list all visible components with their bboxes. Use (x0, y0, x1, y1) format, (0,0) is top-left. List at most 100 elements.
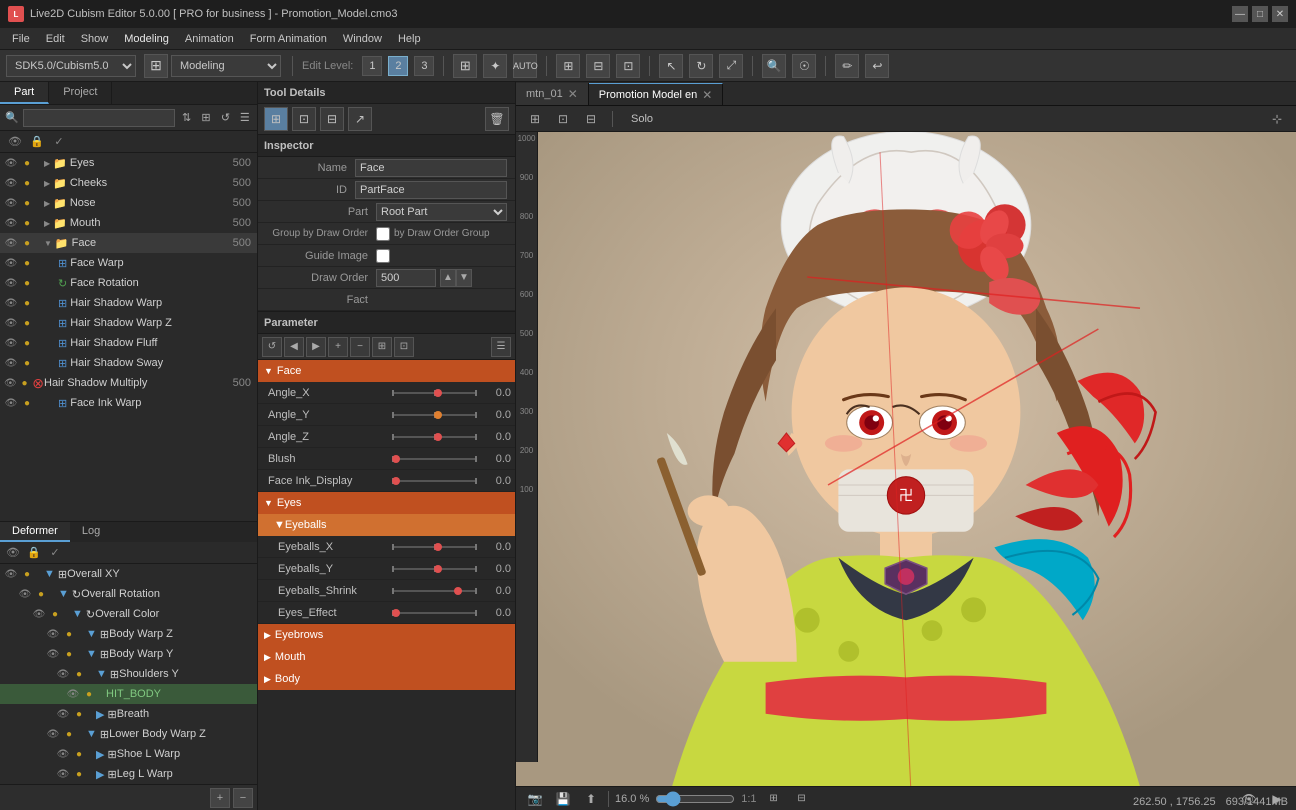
close-button[interactable]: ✕ (1272, 6, 1288, 22)
part-menu-btn[interactable]: ☰ (237, 108, 253, 128)
td-btn-3[interactable]: ⊟ (320, 107, 344, 131)
part-row-face-rotation[interactable]: 👁 ● ↻ Face Rotation (0, 273, 257, 293)
param-group-eyes[interactable]: ▼ Eyes (258, 492, 515, 514)
part-row-hair-shadow-warp-z[interactable]: 👁 ● ⊞ Hair Shadow Warp Z (0, 313, 257, 333)
part-eye-icon[interactable]: 👁 (6, 133, 24, 151)
part-refresh-btn[interactable]: ↺ (217, 108, 233, 128)
param-group-face[interactable]: ▼ Face (258, 360, 515, 382)
deformer-shoulders-y[interactable]: 👁● ▼ ⊞ Shoulders Y (0, 664, 257, 684)
param-slider-angle-z[interactable] (392, 430, 475, 444)
part-copy-btn[interactable]: ⊞ (198, 108, 214, 128)
canvas-tool-1[interactable]: ⊞ (524, 108, 546, 130)
param-minus-btn[interactable]: − (350, 337, 370, 357)
fit-btn[interactable]: ⊞ (763, 788, 785, 810)
deformer-hit-body[interactable]: 👁● HIT_BODY (0, 684, 257, 704)
canvas-grid-btn[interactable]: ⊟ (791, 788, 813, 810)
param-slider-eyeballs-x[interactable] (392, 540, 475, 554)
part-row-eyes[interactable]: 👁 ● ▶ 📁 Eyes 500 (0, 153, 257, 173)
param-group-eyebrows[interactable]: ▶ Eyebrows (258, 624, 515, 646)
edit-level-2[interactable]: 2 (388, 56, 408, 76)
guide-checkbox[interactable] (376, 249, 390, 263)
part-search-input[interactable] (23, 109, 175, 127)
toolbar-auto-btn[interactable]: AUTO (513, 54, 537, 78)
param-slider-eyeballs-y[interactable] (392, 562, 475, 576)
tab-deformer[interactable]: Deformer (0, 522, 70, 542)
part-check-icon[interactable]: ✓ (50, 133, 68, 151)
canvas-solo-right-btn[interactable]: ⊹ (1266, 108, 1288, 130)
canvas-area[interactable]: 卍 (516, 132, 1296, 786)
deformer-body-warp-y[interactable]: 👁● ▼ ⊞ Body Warp Y (0, 644, 257, 664)
toolbar-pan-btn[interactable]: ☉ (792, 54, 816, 78)
canvas-tool-2[interactable]: ⊡ (552, 108, 574, 130)
part-row-nose[interactable]: 👁 ● ▶ 📁 Nose 500 (0, 193, 257, 213)
canvas-save-btn[interactable]: 💾 (552, 788, 574, 810)
param-forward-btn[interactable]: ▶ (306, 337, 326, 357)
param-grid-btn[interactable]: ⊞ (372, 337, 392, 357)
toolbar-transform-btn[interactable]: ⤢ (719, 54, 743, 78)
param-group-mouth[interactable]: ▶ Mouth (258, 646, 515, 668)
draw-order-input[interactable] (376, 269, 436, 287)
param-refresh-btn[interactable]: ↺ (262, 337, 282, 357)
td-btn-2[interactable]: ⊡ (292, 107, 316, 131)
menu-file[interactable]: File (4, 31, 38, 47)
td-btn-4[interactable]: ↗ (348, 107, 372, 131)
toolbar-rotate-btn[interactable]: ↻ (689, 54, 713, 78)
part-lock-icon[interactable]: 🔒 (28, 133, 46, 151)
deformer-lock-icon[interactable]: 🔒 (25, 544, 43, 562)
tab-part[interactable]: Part (0, 82, 49, 104)
toolbar-grid-btn[interactable]: ⊞ (453, 54, 477, 78)
menu-modeling[interactable]: Modeling (116, 31, 177, 47)
mode-select[interactable]: Modeling (171, 55, 281, 77)
zoom-slider[interactable] (655, 791, 735, 807)
deformer-check-icon[interactable]: ✓ (46, 544, 64, 562)
menu-animation[interactable]: Animation (177, 31, 242, 47)
part-row-hair-shadow-warp[interactable]: 👁 ● ⊞ Hair Shadow Warp (0, 293, 257, 313)
part-row-face-warp[interactable]: 👁 ● ⊞ Face Warp (0, 253, 257, 273)
tab-log[interactable]: Log (70, 522, 112, 542)
toolbar-mesh2-btn[interactable]: ⊟ (586, 54, 610, 78)
draw-order-down[interactable]: ▼ (456, 269, 472, 287)
deformer-overall-color[interactable]: 👁● ▼ ↻ Overall Color (0, 604, 257, 624)
deformer-shoe-l-warp[interactable]: 👁● ▶ ⊞ Shoe L Warp (0, 744, 257, 764)
menu-edit[interactable]: Edit (38, 31, 73, 47)
param-slider-angle-y[interactable] (392, 408, 475, 422)
part-row-mouth[interactable]: 👁 ● ▶ 📁 Mouth 500 (0, 213, 257, 233)
param-slider-angle-x[interactable] (392, 386, 475, 400)
draw-order-up[interactable]: ▲ (440, 269, 456, 287)
part-row-cheeks[interactable]: 👁 ● ▶ 📁 Cheeks 500 (0, 173, 257, 193)
part-sort-btn[interactable]: ⇅ (178, 108, 194, 128)
param-back-btn[interactable]: ◀ (284, 337, 304, 357)
name-input[interactable] (355, 159, 507, 177)
canvas-tab-mtn[interactable]: mtn_01 ✕ (516, 83, 589, 105)
deformer-overall-rotation[interactable]: 👁● ▼ ↻ Overall Rotation (0, 584, 257, 604)
deformer-add-btn[interactable]: + (210, 788, 230, 808)
toolbar-select-btn[interactable]: ↖ (659, 54, 683, 78)
canvas-tool-3[interactable]: ⊟ (580, 108, 602, 130)
param-subgroup-eyeballs[interactable]: ▼ Eyeballs (258, 514, 515, 536)
menu-form-animation[interactable]: Form Animation (242, 31, 335, 47)
toolbar-cursor-btn[interactable]: ✦ (483, 54, 507, 78)
param-lock-btn[interactable]: ⊡ (394, 337, 414, 357)
maximize-button[interactable]: □ (1252, 6, 1268, 22)
toolbar-undo-btn[interactable]: ↩ (865, 54, 889, 78)
part-search-btn[interactable]: 🔍 (4, 108, 20, 128)
menu-window[interactable]: Window (335, 31, 390, 47)
sdk-select[interactable]: SDK5.0/Cubism5.0 (6, 55, 136, 77)
deformer-body-warp-z[interactable]: 👁● ▼ ⊞ Body Warp Z (0, 624, 257, 644)
deformer-lower-body-warp-z[interactable]: 👁● ▼ ⊞ Lower Body Warp Z (0, 724, 257, 744)
canvas-tab-promotion[interactable]: Promotion Model en ✕ (589, 83, 724, 105)
part-row-face-ink-warp[interactable]: 👁 ● ⊞ Face Ink Warp (0, 393, 257, 413)
part-row-face[interactable]: 👁 ● ▼ 📁 Face 500 (0, 233, 257, 253)
param-slider-blush[interactable] (392, 452, 475, 466)
part-row-hair-shadow-sway[interactable]: 👁 ● ⊞ Hair Shadow Sway (0, 353, 257, 373)
deformer-delete-btn[interactable]: − (233, 788, 253, 808)
canvas-export-btn[interactable]: ⬆ (580, 788, 602, 810)
toolbar-mesh3-btn[interactable]: ⊡ (616, 54, 640, 78)
canvas-camera-btn[interactable]: 📷 (524, 788, 546, 810)
param-slider-eyes-effect[interactable] (392, 606, 475, 620)
deformer-overall-xy[interactable]: 👁● ▼ ⊞ Overall XY (0, 564, 257, 584)
id-input[interactable] (355, 181, 507, 199)
toolbar-pen-btn[interactable]: ✏ (835, 54, 859, 78)
minimize-button[interactable]: — (1232, 6, 1248, 22)
param-plus-btn[interactable]: + (328, 337, 348, 357)
